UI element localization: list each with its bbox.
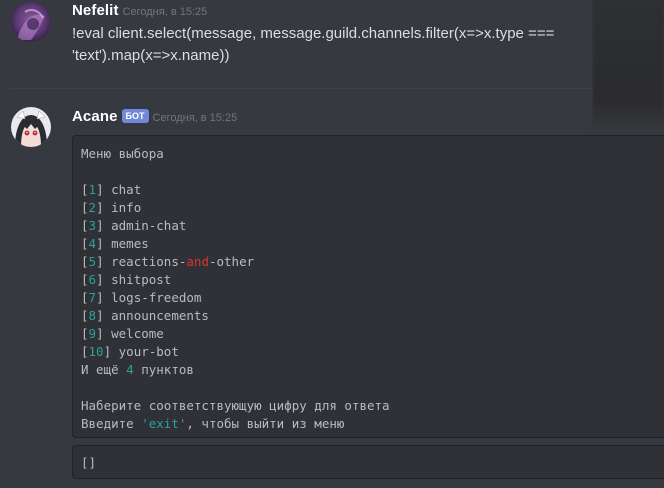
item-name: chat [111, 182, 142, 197]
menu-item: [2] info [81, 200, 142, 215]
blurred-background-edge [593, 0, 664, 134]
menu-item: [7] logs-freedom [81, 290, 202, 305]
exit-line: Введите 'exit', чтобы выйти из меню [81, 415, 663, 433]
result-code-block: [] [72, 445, 664, 479]
menu-item: [10] your-bot [81, 344, 179, 359]
item-number: 3 [88, 218, 97, 233]
more-prefix: И ещё [81, 362, 127, 377]
item-name-keyword: and [186, 254, 209, 269]
menu-item: [1] chat [81, 182, 142, 197]
more-items-line: И ещё 4 пунктов [81, 361, 663, 379]
acane-message-header: Acane БОТ Сегодня, в 15:25 [72, 108, 237, 126]
item-number: 1 [88, 182, 97, 197]
more-count: 4 [126, 362, 134, 377]
exit-suffix: , чтобы выйти из меню [186, 416, 345, 431]
item-number: 9 [88, 326, 97, 341]
item-name: info [111, 200, 142, 215]
menu-item: [9] welcome [81, 326, 164, 341]
item-number: 5 [88, 254, 97, 269]
item-number: 4 [88, 236, 97, 251]
exit-prefix: Введите [81, 416, 142, 431]
menu-item: [6] shitpost [81, 272, 172, 287]
message-line: !eval client.select(message, message.gui… [72, 25, 555, 42]
item-name: your-bot [118, 344, 179, 359]
item-number: 7 [88, 290, 97, 305]
menu-item: [3] admin-chat [81, 218, 187, 233]
item-name: memes [111, 236, 149, 251]
exit-keyword: 'exit' [141, 416, 187, 431]
menu-item: [5] reactions-and-other [81, 254, 255, 269]
menu-item: [8] announcements [81, 308, 209, 323]
item-name: shitpost [111, 272, 172, 287]
item-number: 8 [88, 308, 97, 323]
message-line: 'text').map(x=>x.name)) [72, 47, 230, 64]
item-name: announcements [111, 308, 209, 323]
item-number: 2 [88, 200, 97, 215]
nefelit-message-header: Nefelit Сегодня, в 15:25 [72, 2, 207, 20]
username[interactable]: Acane [72, 108, 118, 125]
result-text: [] [81, 455, 97, 470]
item-name-prefix: reactions- [111, 254, 187, 269]
acane-avatar[interactable] [11, 107, 51, 147]
bot-badge: БОТ [121, 109, 149, 123]
message-content: !eval client.select(message, message.gui… [72, 23, 572, 67]
chat-messages: Nefelit Сегодня, в 15:25 !eval client.sel… [0, 0, 664, 488]
menu-title: Меню выбора [81, 146, 164, 161]
more-suffix: пунктов [133, 362, 194, 377]
username[interactable]: Nefelit [72, 2, 119, 19]
timestamp: Сегодня, в 15:25 [152, 112, 238, 124]
prompt-line: Наберите соответствующую цифру для ответ… [81, 398, 390, 413]
timestamp: Сегодня, в 15:25 [122, 6, 208, 18]
menu-code-block: Меню выбора [1] chat [2] info [3] admin-… [72, 135, 664, 438]
nefelit-avatar[interactable] [11, 2, 51, 42]
item-number: 10 [88, 344, 104, 359]
item-number: 6 [88, 272, 97, 287]
menu-item: [4] memes [81, 236, 149, 251]
item-name: logs-freedom [111, 290, 202, 305]
item-name-suffix: -other [208, 254, 255, 269]
item-name: welcome [111, 326, 164, 341]
message-divider [10, 88, 593, 89]
item-name: admin-chat [111, 218, 187, 233]
